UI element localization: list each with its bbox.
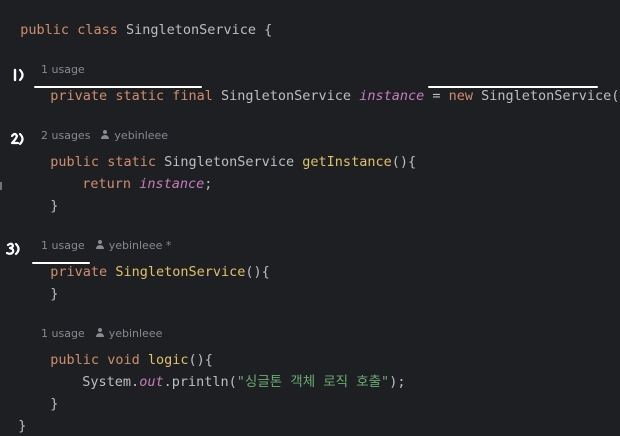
- closing-brace-line[interactable]: }: [34, 264, 58, 302]
- call-parens: ();: [611, 88, 620, 104]
- annotation-underline-modifiers: [34, 86, 202, 88]
- keyword-private: private: [50, 264, 108, 280]
- method-name-get-instance: getInstance: [302, 154, 392, 170]
- keyword-return: return: [82, 176, 132, 192]
- keyword-class: class: [77, 22, 118, 38]
- keyword-static: static: [115, 88, 165, 104]
- field-usage-hint[interactable]: 1 usage: [34, 46, 85, 76]
- logic-usage-hint[interactable]: 1 usage yebinleee: [34, 310, 162, 340]
- get-instance-declaration-line[interactable]: public static SingletonService getInstan…: [34, 132, 416, 170]
- constructor-call: SingletonService: [481, 88, 612, 104]
- constructor-usage-hint[interactable]: 1 usage yebinleee *: [34, 222, 171, 252]
- dot: .: [163, 374, 172, 390]
- class-name: SingletonService: [125, 22, 257, 38]
- constructor-name: SingletonService: [115, 264, 246, 280]
- constructor-declaration-line[interactable]: private SingletonService(){: [34, 242, 269, 280]
- keyword-new: new: [448, 88, 474, 104]
- assign-operator: =: [424, 88, 449, 104]
- close-brace: }: [50, 286, 59, 302]
- return-statement-line[interactable]: return instance;: [66, 154, 212, 192]
- ctor-parens: (){: [245, 264, 270, 280]
- field-type: SingletonService: [221, 88, 352, 104]
- get-instance-usage-hint[interactable]: 2 usages yebinleee: [34, 112, 168, 142]
- method-parens: (){: [391, 154, 417, 170]
- class-closing-brace-line[interactable]: }: [2, 396, 26, 434]
- keyword-public: public: [20, 22, 70, 38]
- method-println: println: [171, 374, 229, 390]
- fold-marker[interactable]: [0, 182, 2, 190]
- close-brace: }: [50, 396, 59, 412]
- println-statement-line[interactable]: System.out.println("싱글톤 객체 로직 호출");: [66, 352, 405, 390]
- dot: .: [131, 374, 140, 390]
- annotation-mark-3: [6, 242, 20, 256]
- annotation-mark-1: [13, 68, 24, 82]
- open-brace: {: [256, 22, 273, 38]
- field-out: out: [139, 374, 164, 390]
- closing-brace-line[interactable]: }: [34, 374, 58, 412]
- class-declaration-line[interactable]: public class SingletonService {: [4, 0, 272, 38]
- field-declaration-line[interactable]: private static final SingletonService in…: [34, 66, 620, 104]
- field-instance: instance: [359, 88, 425, 104]
- logic-declaration-line[interactable]: public void logic(){: [34, 330, 213, 368]
- close-paren: );: [389, 374, 406, 390]
- field-instance-ref: instance: [139, 176, 205, 192]
- keyword-private: private: [50, 88, 108, 104]
- annotation-underline-new-instance: [428, 86, 598, 88]
- keyword-final: final: [172, 88, 213, 104]
- open-paren: (: [228, 374, 237, 390]
- annotation-mark-2: [10, 132, 24, 146]
- string-literal: "싱글톤 객체 로직 호출": [236, 374, 390, 390]
- system-class: System: [82, 374, 132, 390]
- close-brace: }: [18, 418, 27, 434]
- close-brace: }: [50, 198, 59, 214]
- closing-brace-line[interactable]: }: [34, 176, 58, 214]
- semicolon: ;: [204, 176, 213, 192]
